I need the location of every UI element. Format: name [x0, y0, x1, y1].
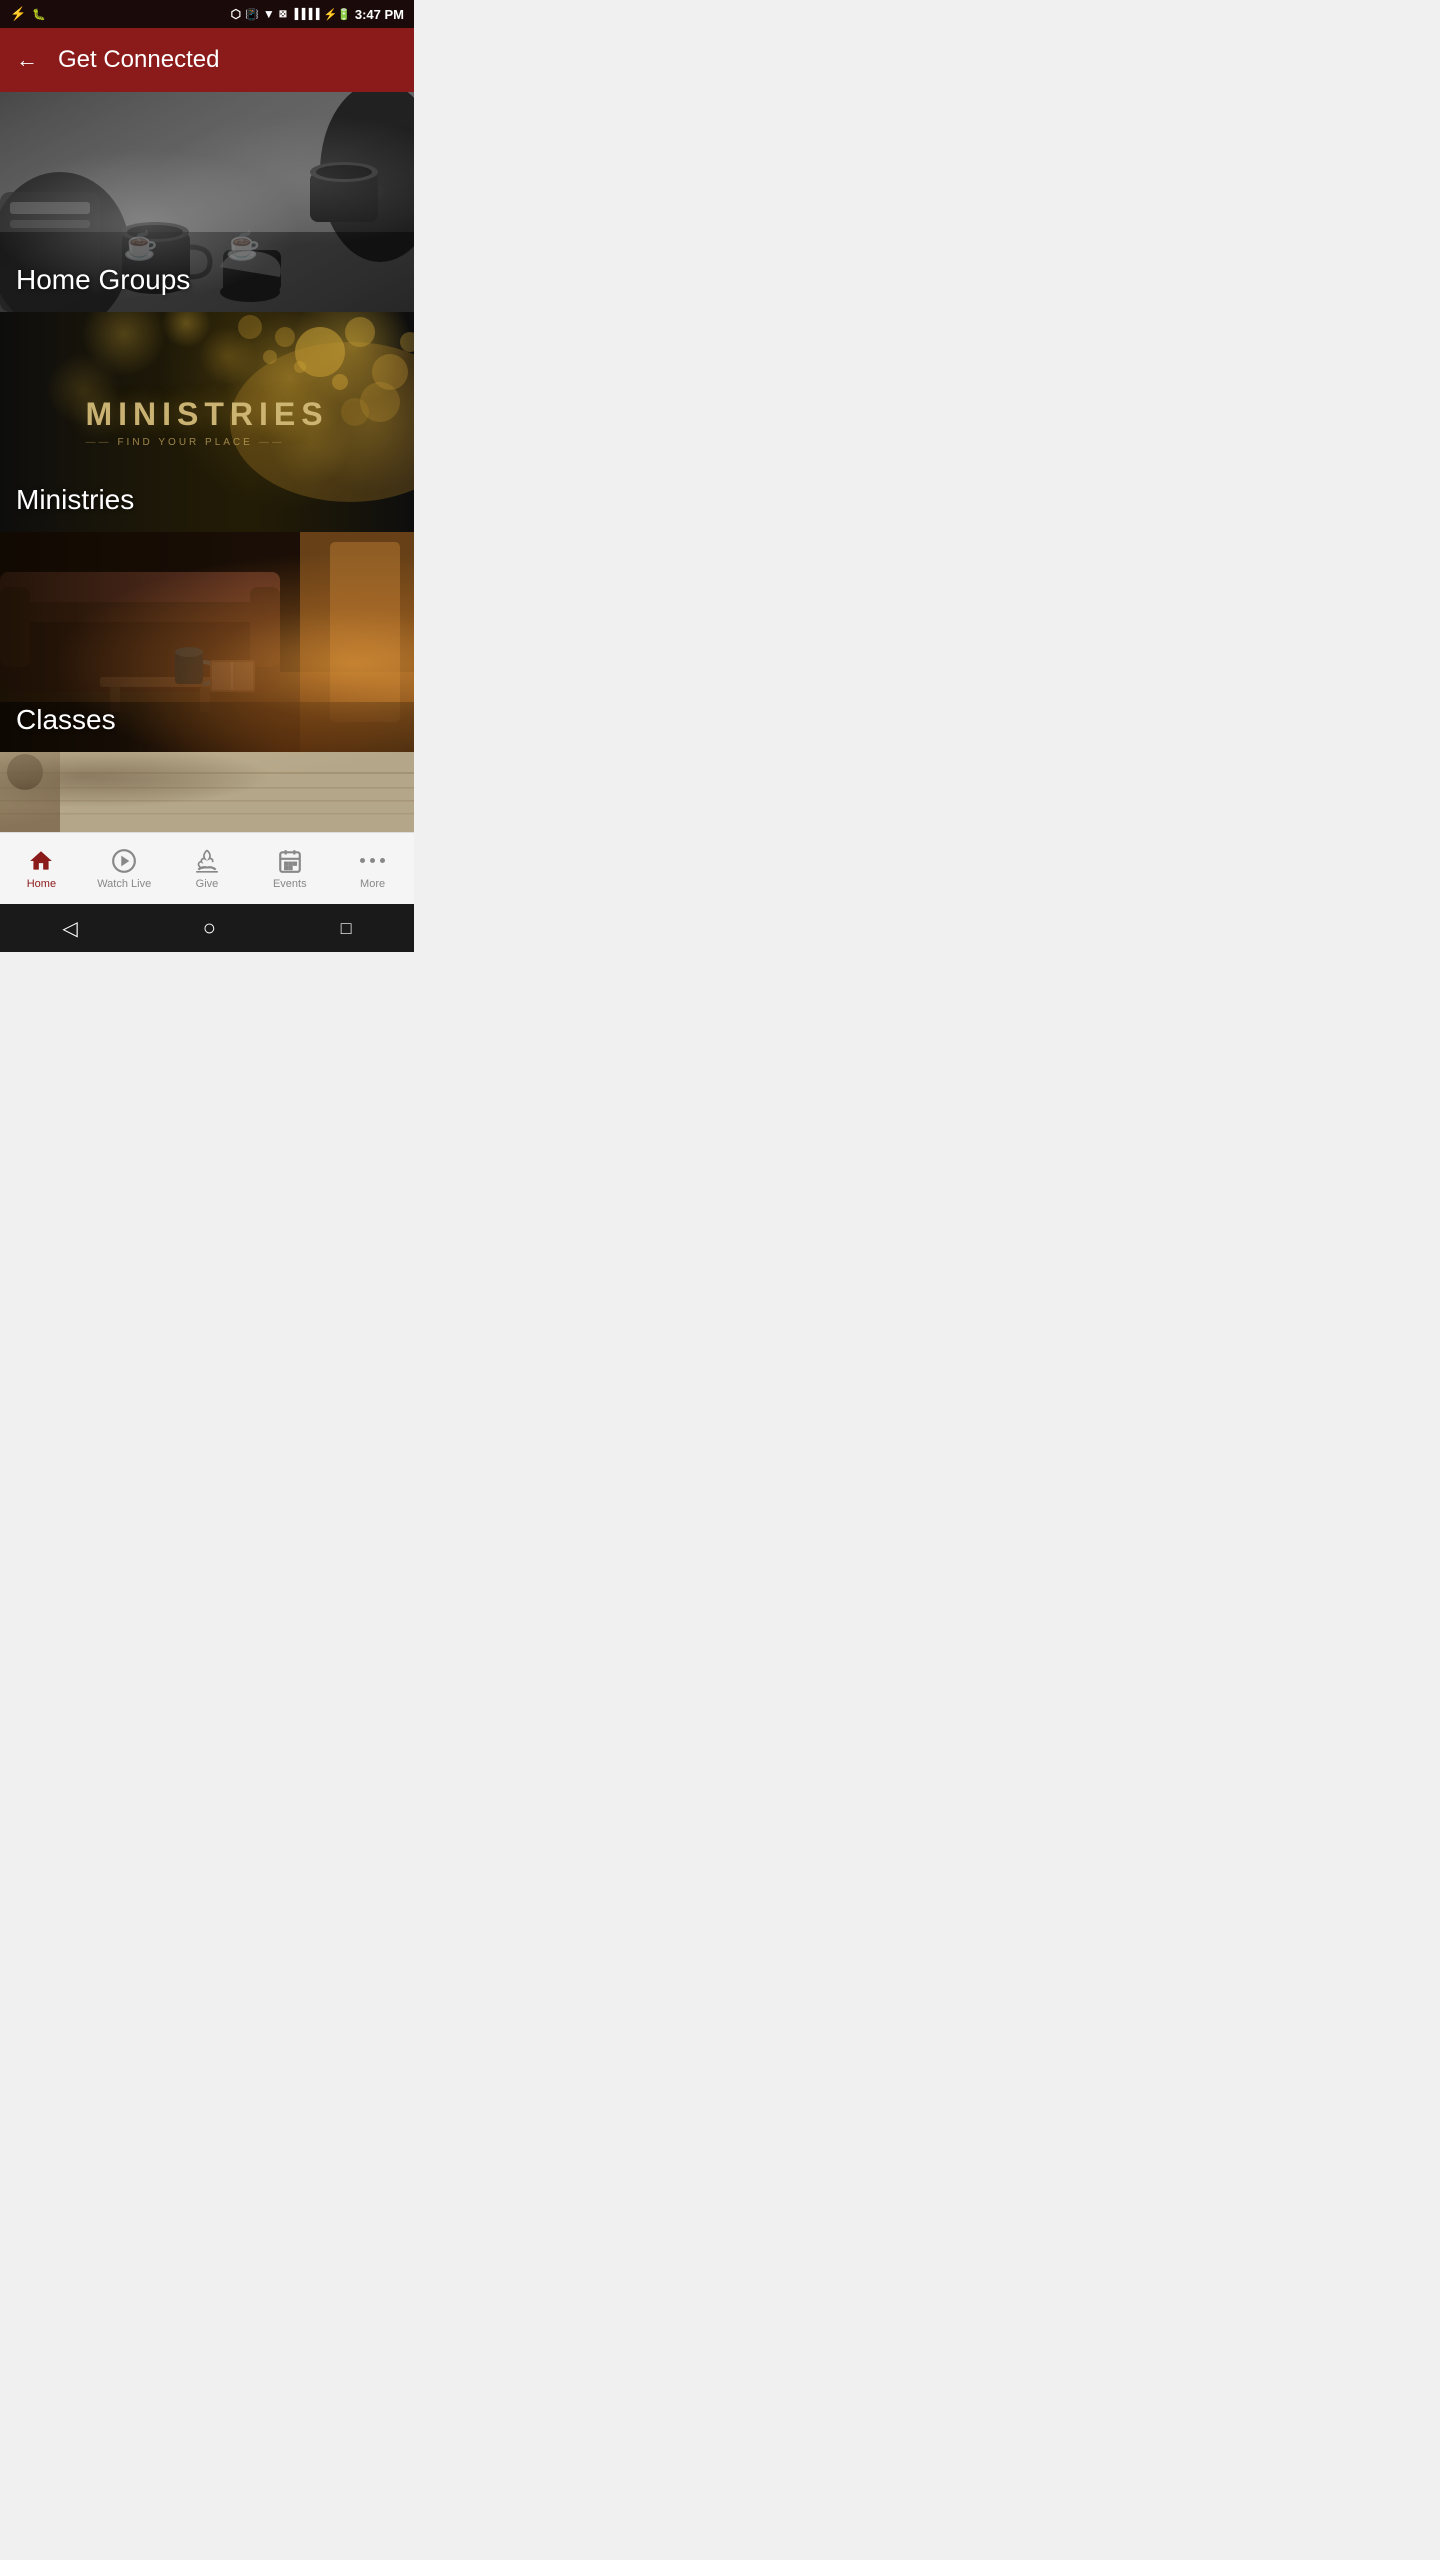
classes-card[interactable]: Classes — [0, 532, 414, 752]
ministries-overlay: MINISTRIES FIND YOUR PLACE — [85, 396, 328, 448]
bottom-navigation: Home Watch Live Give — [0, 832, 414, 904]
nav-item-events[interactable]: Events — [248, 848, 331, 890]
content-area: Home Groups — [0, 92, 414, 832]
more-icon — [360, 848, 385, 874]
partial-bg — [0, 752, 414, 832]
status-icons-right: ⬡ 📳 ▼ ⊠ ▐▐▐▐ ⚡🔋 3:47 PM — [231, 7, 404, 22]
system-recent-button[interactable]: □ — [317, 910, 376, 947]
nav-item-watch-live[interactable]: Watch Live — [83, 848, 166, 890]
home-icon — [28, 848, 54, 874]
signal-block-icon: ⊠ — [279, 9, 287, 20]
system-back-button[interactable]: ◁ — [38, 908, 101, 949]
watch-live-nav-label: Watch Live — [97, 878, 151, 890]
system-home-button[interactable]: ○ — [179, 907, 240, 949]
ministries-overlay-subtitle: FIND YOUR PLACE — [85, 437, 328, 448]
nav-item-more[interactable]: More — [331, 848, 414, 890]
ministries-card[interactable]: MINISTRIES FIND YOUR PLACE Ministries — [0, 312, 414, 532]
time-display: 3:47 PM — [355, 7, 404, 22]
battery-icon: ⚡🔋 — [323, 8, 350, 21]
more-nav-label: More — [360, 878, 385, 890]
bug-icon: 🐛 — [32, 8, 46, 21]
give-icon — [194, 848, 220, 874]
system-nav-bar: ◁ ○ □ — [0, 904, 414, 952]
wifi-icon: ▼ — [263, 7, 275, 21]
status-bar: ⚡ 🐛 ⬡ 📳 ▼ ⊠ ▐▐▐▐ ⚡🔋 3:47 PM — [0, 0, 414, 28]
bluetooth-icon: ⬡ — [231, 7, 241, 21]
events-nav-label: Events — [273, 878, 307, 890]
nav-item-give[interactable]: Give — [166, 848, 249, 890]
partial-illustration — [0, 752, 414, 832]
home-groups-card[interactable]: Home Groups — [0, 92, 414, 312]
back-button[interactable]: ← — [16, 47, 38, 73]
nav-item-home[interactable]: Home — [0, 848, 83, 890]
watch-live-icon — [111, 848, 137, 874]
events-icon — [277, 848, 303, 874]
status-icons-left: ⚡ 🐛 — [10, 6, 46, 22]
ministries-label: Ministries — [16, 484, 134, 516]
usb-icon: ⚡ — [10, 6, 26, 22]
signal-icon: ▐▐▐▐ — [291, 9, 319, 20]
classes-label: Classes — [16, 704, 116, 736]
home-nav-label: Home — [27, 878, 56, 890]
home-groups-label: Home Groups — [16, 264, 190, 296]
ministries-overlay-title: MINISTRIES — [85, 396, 328, 433]
page-header: ← Get Connected — [0, 28, 414, 92]
give-nav-label: Give — [196, 878, 219, 890]
page-title: Get Connected — [58, 46, 219, 74]
partial-card[interactable] — [0, 752, 414, 832]
vibrate-icon: 📳 — [245, 8, 259, 21]
